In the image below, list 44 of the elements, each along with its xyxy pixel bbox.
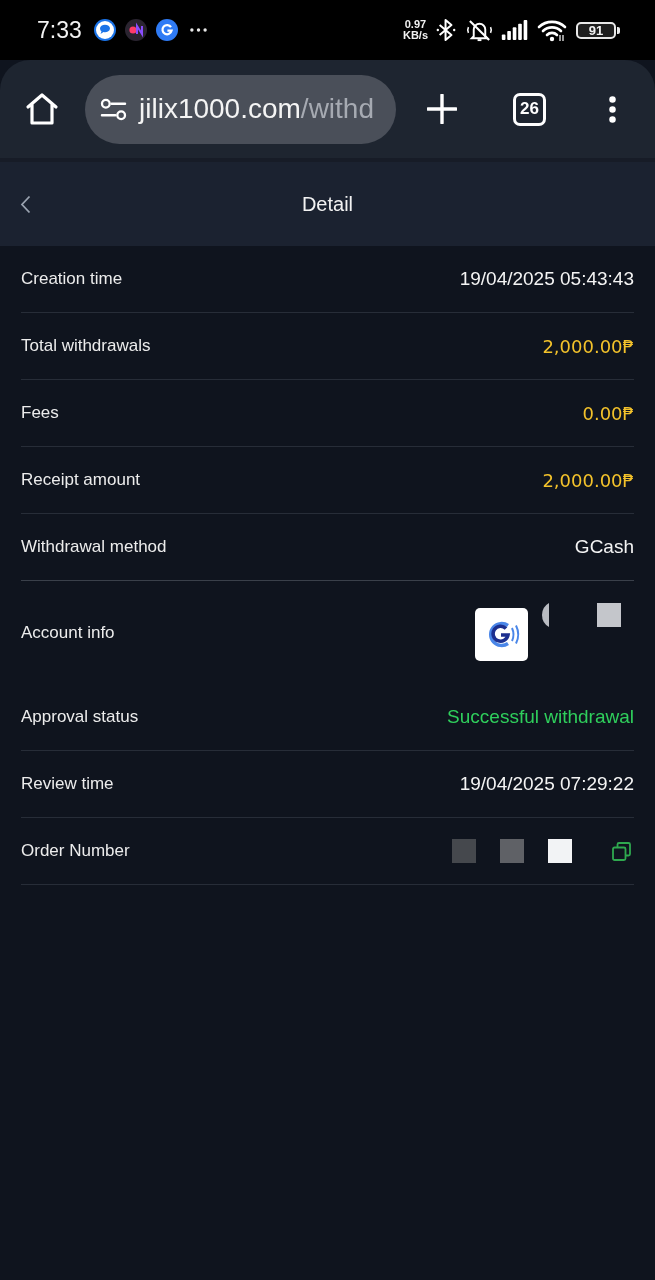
detail-value: 19/04/2025 05:43:43 — [459, 268, 634, 290]
g-logo-icon — [155, 19, 178, 41]
detail-label: Creation time — [21, 269, 123, 289]
gcash-logo-icon — [475, 607, 528, 661]
home-icon[interactable] — [25, 92, 59, 126]
redaction-block — [597, 602, 621, 627]
redaction-block — [500, 839, 524, 863]
network-speed-unit: KB/s — [402, 30, 428, 41]
amount-value: 2,000.00₱ — [542, 469, 634, 491]
detail-label: Total withdrawals — [21, 336, 151, 356]
network-speed: 0.97 — [404, 19, 427, 30]
redaction-block — [548, 839, 572, 863]
detail-label: Receipt amount — [21, 470, 141, 490]
app-icon — [124, 19, 147, 41]
tab-switcher-button[interactable]: 26 — [513, 92, 546, 126]
detail-label: Approval status — [21, 707, 139, 727]
url-text: jilix1000.com/withd — [139, 93, 374, 125]
page-title: Detail — [301, 192, 354, 216]
muted-bell-icon — [466, 17, 493, 43]
redaction-mark — [542, 602, 549, 627]
detail-label: Account info — [21, 622, 115, 643]
detail-value: GCash — [574, 536, 634, 558]
detail-label: Fees — [21, 403, 59, 423]
status-text: Successful withdrawal — [447, 706, 634, 728]
site-settings-icon[interactable] — [100, 97, 127, 121]
wifi-icon — [537, 18, 567, 42]
detail-value: 19/04/2025 07:29:22 — [459, 773, 634, 795]
copy-icon[interactable] — [612, 841, 631, 861]
bluetooth-icon — [436, 18, 456, 42]
clock-time: 7:33 — [37, 16, 82, 44]
amount-value: 2,000.00₱ — [542, 335, 634, 357]
detail-label: Review time — [21, 774, 114, 794]
amount-value: 0.00₱ — [582, 402, 634, 424]
detail-label: Withdrawal method — [21, 537, 167, 557]
plus-icon[interactable] — [427, 94, 457, 124]
redaction-block — [452, 839, 476, 863]
detail-label: Order Number — [21, 841, 130, 861]
chat-bubble-icon — [93, 19, 116, 41]
menu-icon[interactable] — [608, 94, 617, 124]
address-bar[interactable]: jilix1000.com/withd — [85, 74, 396, 144]
signal-icon — [501, 20, 529, 40]
battery-indicator: 91 — [576, 21, 620, 39]
back-icon[interactable] — [20, 194, 31, 214]
more-notifications-icon — [189, 28, 207, 32]
